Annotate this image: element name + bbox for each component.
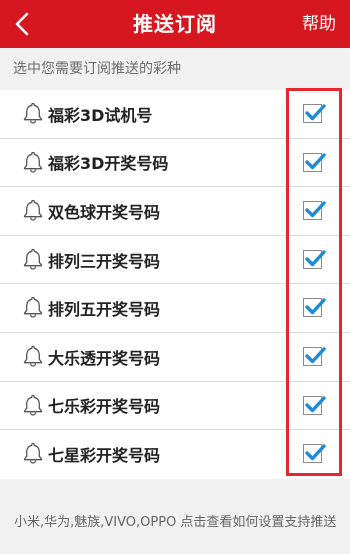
lottery-subscription-list: 福彩3D试机号 福彩3D开奖号码 双色球开奖号码 排列三开奖号码 排列五开奖号码… <box>0 90 350 479</box>
bell-icon <box>23 151 43 173</box>
help-button[interactable]: 帮助 <box>302 0 336 48</box>
subscribe-checkbox[interactable] <box>303 346 326 366</box>
item-label: 大乐透开奖号码 <box>48 348 161 368</box>
checkmark-icon <box>305 444 326 461</box>
bell-icon <box>23 394 43 416</box>
top-bar: 推送订阅 帮助 <box>0 0 350 48</box>
bell-icon <box>23 297 43 319</box>
checkmark-icon <box>305 201 326 218</box>
item-label: 七星彩开奖号码 <box>48 446 161 466</box>
item-label: 福彩3D开奖号码 <box>48 154 169 174</box>
checkmark-icon <box>305 298 326 315</box>
subscribe-checkbox[interactable] <box>303 249 326 269</box>
section-subtitle: 选中您需要订阅推送的彩种 <box>13 61 181 77</box>
item-label: 福彩3D试机号 <box>48 105 153 125</box>
item-label: 七乐彩开奖号码 <box>48 397 161 417</box>
subscribe-checkbox[interactable] <box>303 298 326 318</box>
bell-icon <box>23 345 43 367</box>
subscribe-checkbox[interactable] <box>303 152 326 172</box>
bell-icon <box>23 102 43 124</box>
checkmark-icon <box>305 250 326 266</box>
subscribe-checkbox[interactable] <box>303 444 326 464</box>
bell-icon <box>23 443 43 464</box>
list-item[interactable]: 排列五开奖号码 <box>0 284 350 333</box>
item-label: 排列五开奖号码 <box>48 300 161 320</box>
list-item[interactable]: 福彩3D试机号 <box>0 90 350 139</box>
item-label: 双色球开奖号码 <box>48 202 161 222</box>
push-settings-help-link[interactable]: 小米,华为,魅族,VIVO,OPPO 点击查看如何设置支持推送 <box>14 514 344 532</box>
list-item[interactable]: 大乐透开奖号码 <box>0 333 350 382</box>
checkmark-icon <box>305 152 326 169</box>
item-label: 排列三开奖号码 <box>48 251 161 271</box>
checkmark-icon <box>305 104 326 121</box>
subscribe-checkbox[interactable] <box>303 395 326 415</box>
subscribe-checkbox[interactable] <box>303 201 326 221</box>
checkmark-icon <box>305 395 326 412</box>
bell-icon <box>23 248 43 270</box>
list-item[interactable]: 福彩3D开奖号码 <box>0 139 350 188</box>
bell-icon <box>23 200 43 221</box>
checkmark-icon <box>305 347 326 364</box>
list-item[interactable]: 七星彩开奖号码 <box>0 430 350 479</box>
page-title: 推送订阅 <box>133 12 217 36</box>
list-item[interactable]: 双色球开奖号码 <box>0 187 350 236</box>
list-item[interactable]: 排列三开奖号码 <box>0 236 350 285</box>
subscribe-checkbox[interactable] <box>303 104 326 123</box>
list-item[interactable]: 七乐彩开奖号码 <box>0 382 350 431</box>
